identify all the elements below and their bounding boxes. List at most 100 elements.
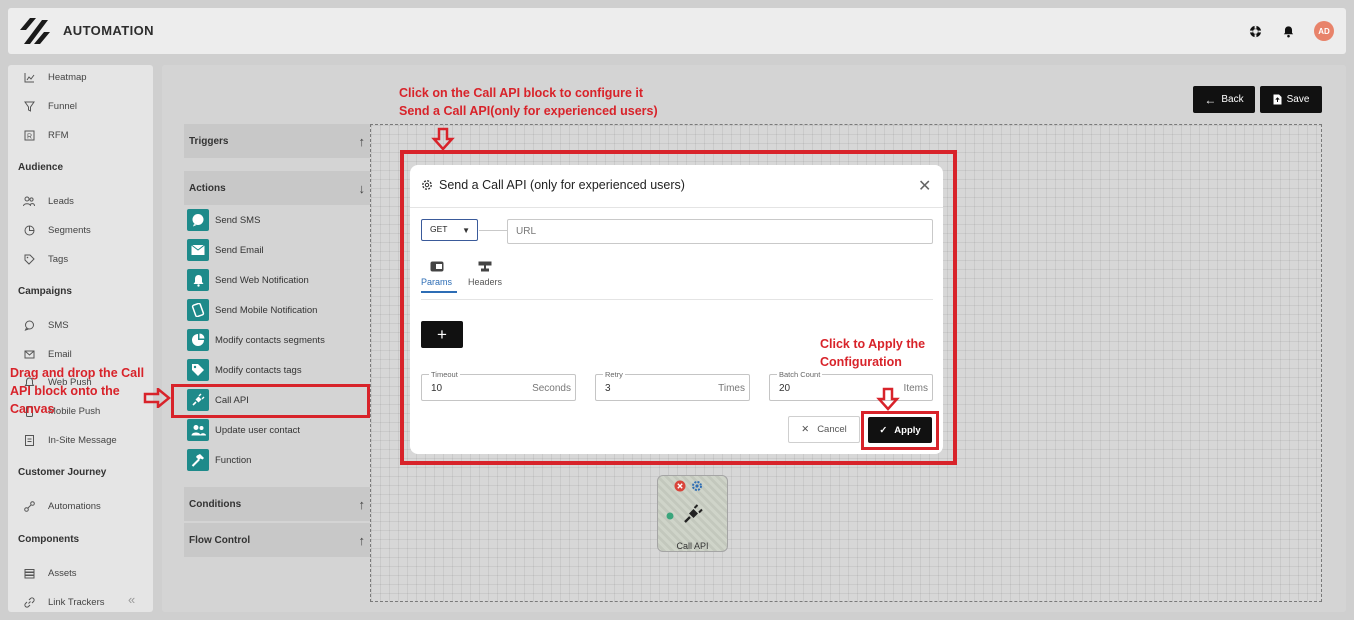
sidebar-item-label: Tags	[48, 253, 69, 265]
sidebar-item-label: Automations	[48, 500, 101, 512]
annotation-line: Click on the Call API block to configure…	[399, 86, 644, 100]
arrow-down-icon: ↓	[358, 180, 366, 196]
sidebar-item-label: In-Site Message	[48, 434, 117, 446]
action-update-user-contact[interactable]: Update user contact	[187, 419, 367, 441]
bell-icon[interactable]	[1282, 25, 1295, 38]
panel-triggers-title: Triggers	[189, 135, 229, 147]
delete-node-icon[interactable]	[674, 480, 686, 492]
action-modify-contacts-segments[interactable]: Modify contacts segments	[187, 329, 367, 351]
sidebar-item-heatmap[interactable]: Heatmap	[23, 69, 87, 85]
save-button[interactable]: Save	[1260, 86, 1322, 113]
arrow-up-icon: ↑	[358, 532, 366, 548]
arrow-down-annotation-icon	[431, 127, 455, 151]
annotation-line: Click to Apply the	[820, 337, 926, 351]
sidebar-item-label: Segments	[48, 224, 91, 236]
panel-conditions[interactable]: Conditions ↑	[184, 487, 370, 521]
sidebar-item-email[interactable]: Email	[23, 346, 72, 362]
top-bar: AUTOMATION AD	[8, 8, 1346, 54]
svg-text:R: R	[27, 133, 32, 140]
arrow-right-annotation-icon	[143, 388, 171, 408]
node-label: Call API	[676, 541, 709, 551]
sidebar-item-segments[interactable]: Segments	[23, 222, 91, 238]
sms-icon	[187, 209, 209, 231]
arrow-up-icon: ↑	[358, 133, 366, 149]
sidebar-item-link-trackers[interactable]: Link Trackers	[23, 594, 105, 610]
tags-icon	[187, 359, 209, 381]
pie-icon	[23, 224, 35, 236]
sidebar-item-label: Leads	[48, 195, 74, 207]
sidebar-item-automations[interactable]: Automations	[23, 498, 101, 514]
call-api-node[interactable]: Call API	[657, 475, 728, 552]
action-label: Modify contacts tags	[215, 364, 302, 376]
link-icon	[23, 596, 35, 608]
action-send-mobile-notification[interactable]: Send Mobile Notification	[187, 299, 367, 321]
section-components: Components	[18, 534, 80, 545]
apply-highlight-box	[861, 411, 939, 450]
avatar[interactable]: AD	[1314, 21, 1334, 41]
rfm-icon: R	[23, 129, 35, 141]
sidebar-item-label: RFM	[48, 129, 69, 141]
heatmap-icon	[23, 71, 35, 83]
call-api-highlight-box	[171, 384, 370, 418]
annotation-line: Configuration	[820, 355, 902, 369]
segment-icon	[187, 329, 209, 351]
sidebar-item-sms[interactable]: SMS	[23, 317, 69, 333]
annotation-line: Drag and drop the Call	[10, 366, 145, 380]
back-button[interactable]: ← Back	[1193, 86, 1255, 113]
plug-icon	[684, 504, 703, 523]
sidebar-item-label: SMS	[48, 319, 69, 331]
settings-node-icon[interactable]	[691, 480, 703, 492]
action-label: Send Web Notification	[215, 274, 309, 286]
action-send-web-notification[interactable]: Send Web Notification	[187, 269, 367, 291]
sidebar-item-rfm[interactable]: R RFM	[23, 127, 69, 143]
save-icon	[1273, 94, 1282, 105]
panel-flow-control[interactable]: Flow Control ↑	[184, 523, 370, 557]
action-label: Function	[215, 454, 252, 466]
stack-icon	[23, 567, 35, 579]
sidebar-item-tags[interactable]: Tags	[23, 251, 68, 267]
logo-icon[interactable]	[18, 16, 52, 46]
action-send-email[interactable]: Send Email	[187, 239, 367, 261]
flow-icon	[23, 500, 35, 512]
sidebar-item-assets[interactable]: Assets	[23, 565, 77, 581]
save-label: Save	[1286, 94, 1310, 105]
email-icon	[187, 239, 209, 261]
annotation-line: Send a Call API(only for experienced use…	[399, 104, 658, 118]
panel-flow-control-title: Flow Control	[189, 534, 251, 546]
sidebar-item-label: Link Trackers	[48, 596, 105, 608]
sidebar-item-funnel[interactable]: Funnel	[23, 98, 77, 114]
hammer-icon	[187, 449, 209, 471]
sidebar-item-in-site-message[interactable]: In-Site Message	[23, 432, 117, 448]
action-label: Update user contact	[215, 424, 301, 436]
action-modify-contacts-tags[interactable]: Modify contacts tags	[187, 359, 367, 381]
mobile-icon	[187, 299, 209, 321]
panel-triggers[interactable]: Triggers ↑	[184, 124, 370, 158]
sidebar-item-leads[interactable]: Leads	[23, 193, 74, 209]
tag-icon	[23, 253, 35, 265]
sidebar: Heatmap Funnel R RFM Audience Leads Segm…	[8, 65, 153, 612]
annotation-drag-drop: Drag and drop the Call API block onto th…	[10, 364, 144, 418]
arrow-left-icon: ←	[1204, 92, 1217, 107]
panel-actions[interactable]: Actions ↓	[184, 171, 370, 205]
panel-conditions-title: Conditions	[189, 498, 242, 510]
section-customer-journey: Customer Journey	[18, 467, 107, 478]
sidebar-item-label: Funnel	[48, 100, 78, 112]
action-function[interactable]: Function	[187, 449, 367, 471]
node-input-port-icon[interactable]	[666, 512, 674, 520]
message-icon	[23, 434, 35, 446]
chat-icon	[23, 319, 35, 331]
annotation-configure: Click on the Call API block to configure…	[399, 84, 658, 120]
action-send-sms[interactable]: Send SMS	[187, 209, 367, 231]
action-label: Send Email	[215, 244, 264, 256]
panel-actions-title: Actions	[189, 182, 226, 194]
action-label: Send Mobile Notification	[215, 304, 318, 316]
mail-icon	[23, 348, 35, 360]
contacts-icon	[187, 419, 209, 441]
section-audience: Audience	[18, 162, 64, 173]
arrow-up-icon: ↑	[358, 496, 366, 512]
sidebar-item-label: Heatmap	[48, 71, 87, 83]
arrow-down-annotation-icon	[876, 387, 900, 411]
collapse-sidebar-icon[interactable]: «	[128, 592, 135, 607]
annotation-line: API block onto the	[10, 384, 120, 398]
support-icon[interactable]	[1249, 25, 1262, 38]
